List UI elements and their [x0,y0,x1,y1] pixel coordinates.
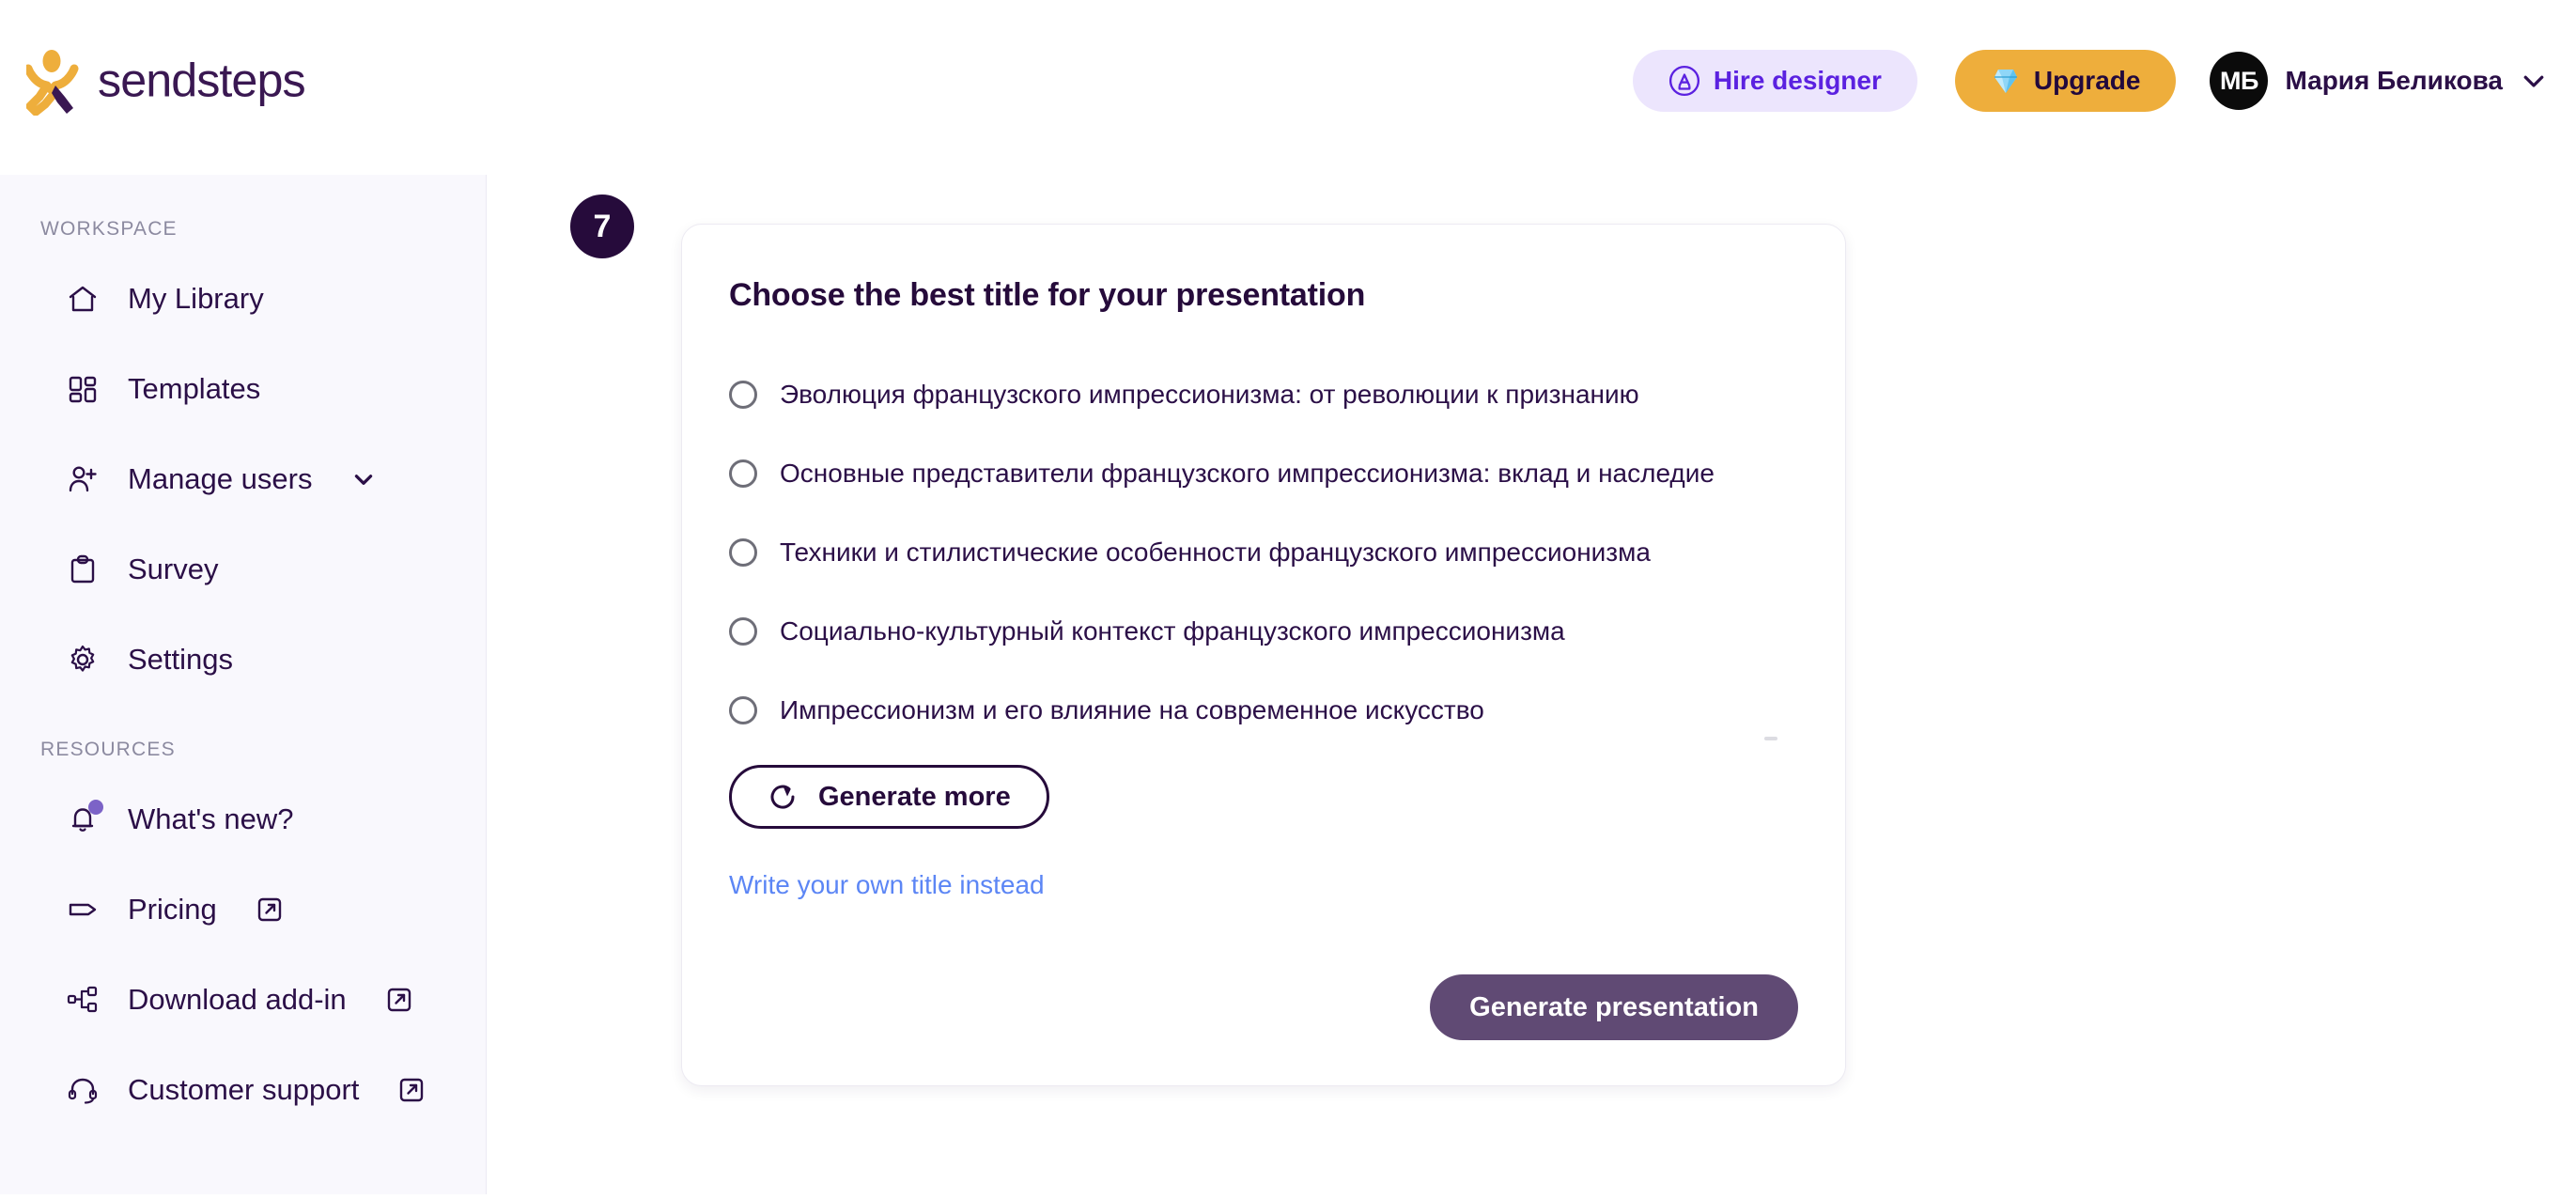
gear-icon [66,643,100,677]
plugin-icon [66,983,100,1017]
title-option-5[interactable]: Импрессионизм и его влияние на современн… [729,671,1798,750]
title-option-4[interactable]: Социально-культурный контекст французско… [729,592,1798,671]
title-selection-card: Choose the best title for your presentat… [681,224,1846,1086]
app-root: sendsteps Hire designer Upgrade МБ Мария… [0,0,2576,1199]
home-icon [66,282,100,316]
sidebar-item-settings[interactable]: Settings [0,615,486,705]
sidebar-item-customer-support[interactable]: Customer support [0,1045,486,1135]
title-options-list: Эволюция французского импрессионизма: от… [729,355,1798,750]
title-option-1[interactable]: Эволюция французского импрессионизма: от… [729,355,1798,434]
sidebar: WORKSPACE My Library Templates Manage us… [0,175,487,1194]
top-bar-actions: Hire designer Upgrade МБ Мария Беликова [1632,50,2548,112]
gem-icon [1994,70,2017,93]
chevron-down-icon[interactable] [2520,67,2548,95]
radio-button[interactable] [729,617,757,646]
radio-button[interactable] [729,538,757,567]
sidebar-item-survey[interactable]: Survey [0,524,486,615]
title-option-2[interactable]: Основные представители французского импр… [729,434,1798,513]
sidebar-item-expand[interactable] [351,467,376,491]
sendsteps-wordmark: sendsteps [98,54,306,107]
sidebar-item-label: Manage users [128,462,313,495]
step-badge: 7 [570,195,634,258]
option-label: Техники и стилистические особенности фра… [780,537,1651,567]
external-link-icon [387,988,411,1012]
sendsteps-logo-mark [26,50,79,116]
title-option-3[interactable]: Техники и стилистические особенности фра… [729,513,1798,592]
sidebar-item-manage-users[interactable]: Manage users [0,434,486,524]
sidebar-item-whats-new[interactable]: What's new? [0,774,486,864]
external-link-wrap [386,987,412,1013]
sidebar-item-pricing[interactable]: Pricing [0,864,486,955]
headset-icon [66,1073,100,1107]
user-name: Мария Беликова [2285,66,2503,95]
option-label: Социально-культурный контекст французско… [780,616,1565,646]
card-divider-mark [1764,737,1777,740]
radio-button[interactable] [729,459,757,488]
sidebar-item-label: Survey [128,553,219,585]
designer-circle-a-icon [1668,65,1699,97]
hire-designer-button[interactable]: Hire designer [1632,50,1917,112]
sidebar-item-label: Customer support [128,1073,360,1106]
user-plus-icon [66,462,100,496]
sidebar-item-label: What's new? [128,802,294,835]
bell-icon [66,800,103,836]
sidebar-item-label: Download add-in [128,983,347,1016]
radio-button[interactable] [729,381,757,409]
generate-more-button[interactable]: Generate more [729,765,1049,829]
card-footer: Generate presentation [1430,974,1798,1040]
generate-presentation-button[interactable]: Generate presentation [1430,974,1798,1040]
clipboard-icon [66,553,100,586]
external-link-wrap [398,1077,425,1103]
user-menu[interactable]: МБ Мария Беликова [2210,52,2548,110]
external-link-wrap [256,896,283,923]
sidebar-resources-list: What's new? Pricing Download add-in Cust… [0,774,486,1135]
sidebar-item-label: Pricing [128,893,217,926]
sidebar-item-label: My Library [128,282,264,315]
sidebar-item-download-add-in[interactable]: Download add-in [0,955,486,1045]
option-label: Основные представители французского импр… [780,459,1715,488]
avatar: МБ [2210,52,2269,110]
upgrade-button[interactable]: Upgrade [1954,50,2177,112]
svg-text:sendsteps: sendsteps [98,54,305,107]
sidebar-item-my-library[interactable]: My Library [0,254,486,344]
sidebar-item-label: Templates [128,372,261,405]
chevron-down-icon [355,475,373,485]
sidebar-workspace-list: My Library Templates Manage users Survey… [0,254,486,705]
layout-grid-icon [66,372,100,406]
sidebar-item-label: Settings [128,643,234,676]
sendsteps-logo[interactable]: sendsteps [26,50,380,116]
radio-button[interactable] [729,696,757,724]
generate-more-label: Generate more [818,781,1011,812]
sidebar-section-workspace-label: WORKSPACE [40,218,178,240]
external-link-icon [400,1078,424,1102]
external-link-icon [257,897,281,922]
option-label: Эволюция французского импрессионизма: от… [780,380,1639,409]
sidebar-section-resources-label: RESOURCES [40,739,176,760]
upgrade-label: Upgrade [2033,66,2141,95]
tag-icon [66,893,100,926]
hire-designer-label: Hire designer [1713,66,1882,95]
option-label: Импрессионизм и его влияние на современн… [780,695,1484,724]
refresh-icon [770,785,795,809]
sidebar-item-templates[interactable]: Templates [0,344,486,434]
notification-dot [88,800,103,815]
top-bar: sendsteps Hire designer Upgrade МБ Мария… [0,0,2576,175]
page-title: Choose the best title for your presentat… [729,277,1366,313]
write-own-title-link[interactable]: Write your own title instead [729,870,1045,900]
